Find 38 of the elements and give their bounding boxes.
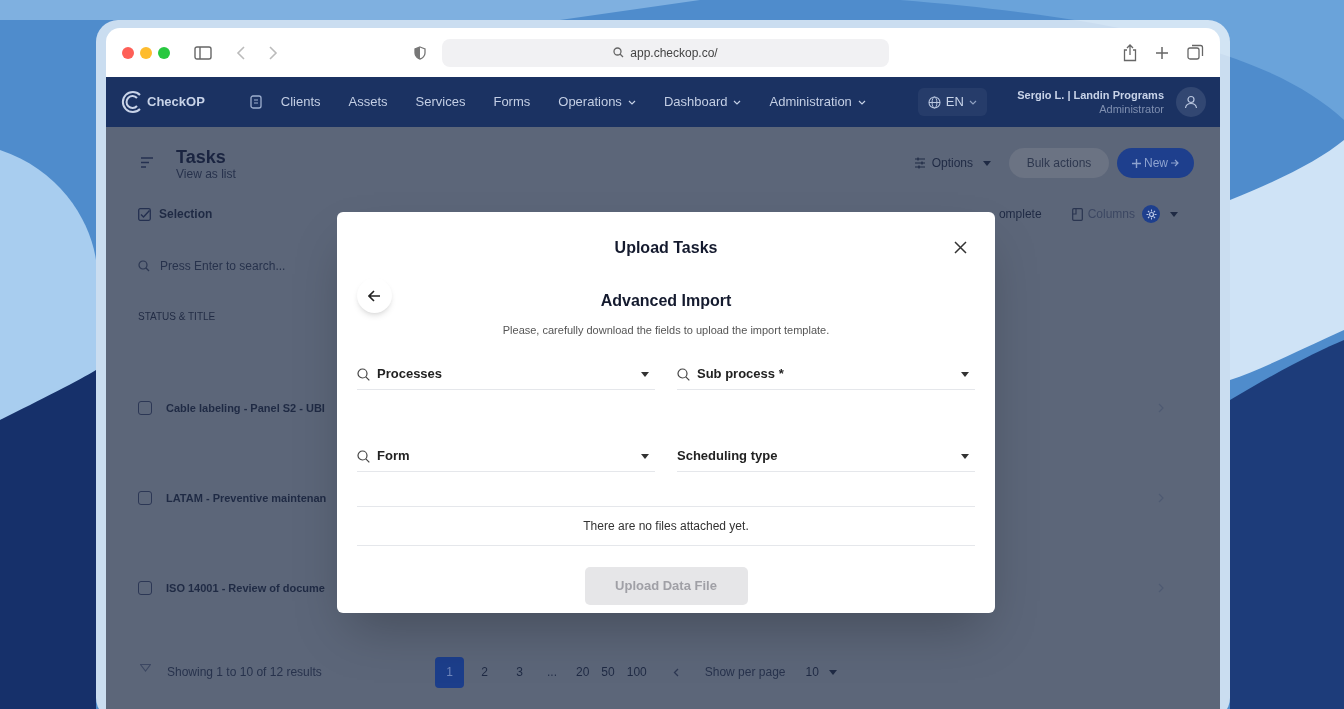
user-role: Administrator [1099, 102, 1164, 116]
page-link[interactable]: 3 [505, 656, 534, 688]
task-title[interactable]: ISO 14001 - Review of docume [166, 579, 325, 597]
nav-link[interactable]: Services [415, 92, 466, 112]
selection-menu[interactable]: Selection [159, 205, 213, 223]
empty-files-message: There are no files attached yet. [583, 517, 749, 535]
dialog-title: Upload Tasks [614, 238, 718, 258]
dropdown-field[interactable]: Sub process * [677, 363, 975, 390]
task-title[interactable]: Cable labeling - Panel S2 - UBI [166, 399, 325, 417]
nav-link[interactable]: Assets [348, 92, 388, 112]
new-button[interactable]: New [1117, 148, 1194, 178]
page-size-option[interactable]: 100 [620, 663, 653, 681]
address-bar[interactable]: app.checkop.co/ [442, 38, 889, 67]
dropdown-field[interactable]: Processes [357, 363, 655, 390]
task-title[interactable]: LATAM - Preventive maintenan [166, 489, 327, 507]
url-text: app.checkop.co/ [630, 44, 718, 62]
instructions-text: Please, carefully download the fields to upload the import template. [502, 323, 830, 338]
language-selector[interactable]: EN [917, 88, 987, 116]
nav-link[interactable]: Clients [280, 92, 321, 112]
user-name: Sergio L. | Landin Programs [1017, 88, 1164, 102]
nav-link[interactable]: Forms [493, 92, 531, 112]
per-page-select[interactable]: 10 [805, 663, 837, 681]
page-ellipsis: ... [546, 664, 558, 681]
nav-link[interactable]: Administration [769, 92, 866, 112]
page-title: Tasks [176, 147, 227, 167]
options-button[interactable]: Options [913, 148, 991, 178]
section-heading: Advanced Import [600, 291, 732, 311]
page-link[interactable]: 2 [470, 656, 499, 688]
column-header: STATUS & TITLE [138, 310, 217, 324]
brand-name: CheckOP [147, 93, 205, 112]
complete-filter[interactable]: omplete [998, 205, 1042, 223]
page-size-option[interactable]: 20 [570, 663, 596, 681]
nav-link[interactable]: Operations [558, 92, 636, 112]
nav-link[interactable]: Dashboard [663, 92, 742, 112]
dropdown-field[interactable]: Form [357, 445, 655, 472]
dropdown-field[interactable]: Scheduling type [677, 445, 975, 472]
page-size-option[interactable]: 50 [595, 663, 621, 681]
page-link[interactable]: 1 [435, 656, 464, 688]
